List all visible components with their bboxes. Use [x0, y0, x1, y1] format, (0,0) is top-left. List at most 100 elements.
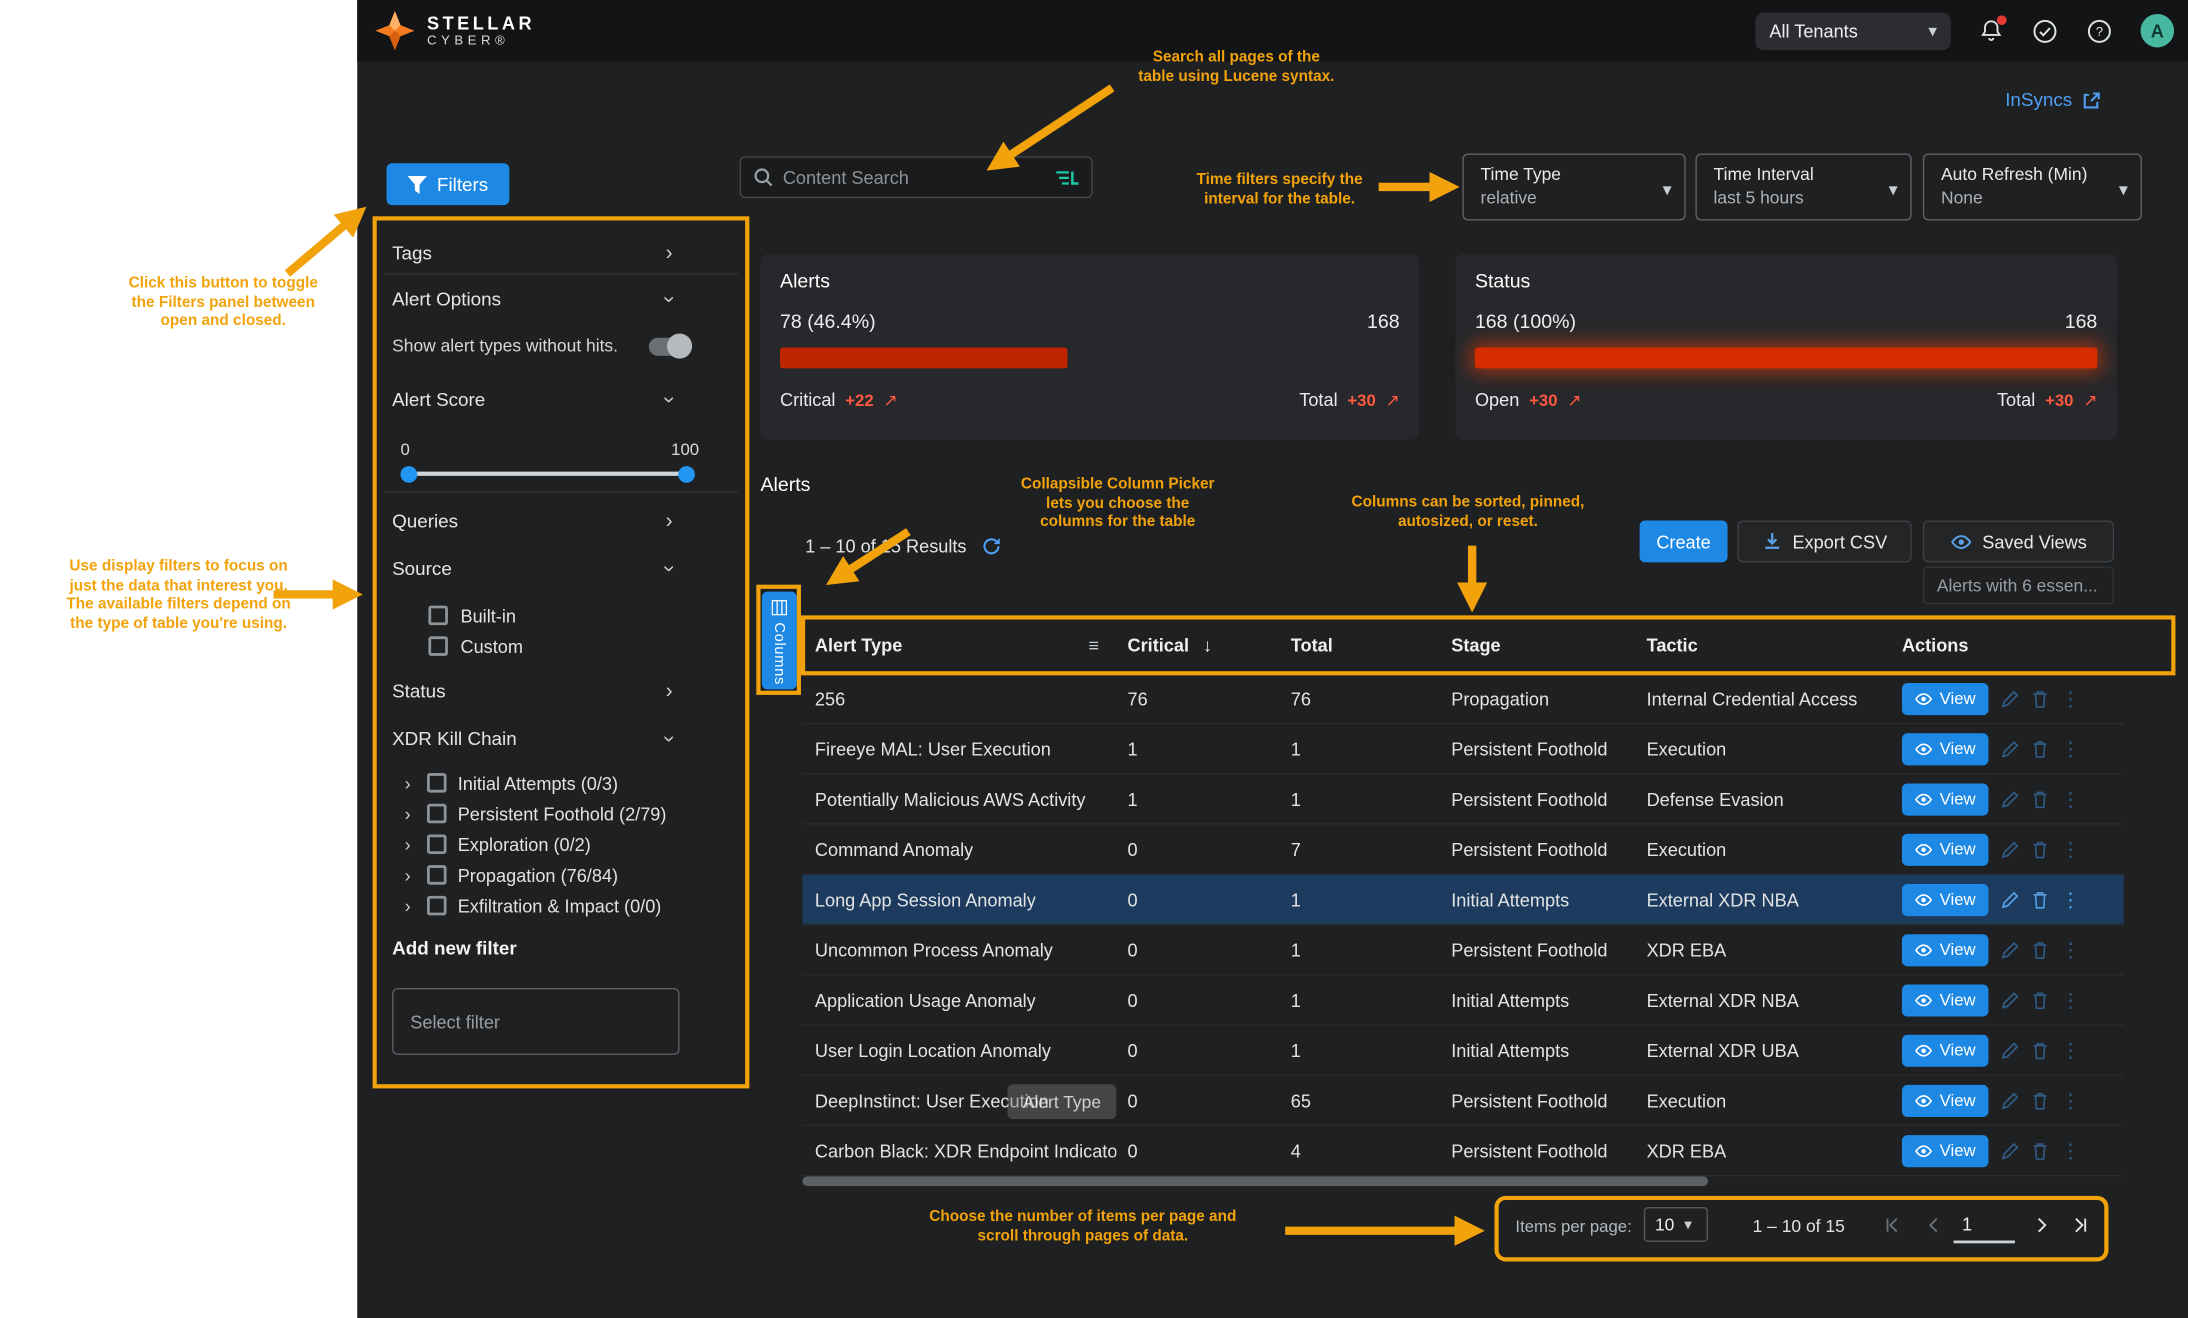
create-button[interactable]: Create	[1640, 520, 1728, 562]
more-actions-button[interactable]: ⋮	[2061, 1139, 2081, 1163]
auto-refresh-dropdown[interactable]: Auto Refresh (Min) None ▾	[1923, 153, 2142, 220]
more-actions-button[interactable]: ⋮	[2061, 687, 2081, 711]
more-actions-button[interactable]: ⋮	[2061, 737, 2081, 761]
delete-button[interactable]	[2031, 689, 2048, 707]
tenant-selector[interactable]: All Tenants ▾	[1755, 12, 1950, 50]
edit-button[interactable]	[2001, 1091, 2019, 1109]
cell-alert-type[interactable]: Uncommon Process Anomaly	[815, 939, 1053, 960]
cell-alert-type[interactable]: Long App Session Anomaly	[815, 889, 1036, 910]
source-checkbox[interactable]	[428, 606, 448, 626]
slider-handle-max[interactable]	[678, 465, 695, 482]
current-page-input[interactable]	[1954, 1207, 2015, 1243]
cell-alert-type[interactable]: Fireeye MAL: User Execution	[815, 738, 1051, 759]
edit-button[interactable]	[2001, 790, 2019, 808]
table-row[interactable]: DeepInstinct: User Execution 0 65 Persis…	[802, 1076, 2123, 1126]
view-button[interactable]: View	[1902, 1084, 1988, 1116]
table-row[interactable]: Potentially Malicious AWS Activity 1 1 P…	[802, 774, 2123, 824]
cell-alert-type[interactable]: Potentially Malicious AWS Activity	[815, 788, 1086, 809]
table-row[interactable]: Carbon Black: XDR Endpoint Indicator 0 4…	[802, 1126, 2123, 1176]
cell-alert-type[interactable]: User Login Location Anomaly	[815, 1040, 1051, 1061]
kill-chain-item[interactable]: › Exploration (0/2)	[392, 829, 730, 860]
first-page-button[interactable]	[1881, 1214, 1903, 1236]
view-button[interactable]: View	[1902, 682, 1988, 714]
time-interval-dropdown[interactable]: Time Interval last 5 hours ▾	[1695, 153, 1911, 220]
sort-desc-icon[interactable]: ↓	[1203, 635, 1212, 656]
expand-icon[interactable]: ›	[405, 803, 416, 824]
notifications-button[interactable]	[1979, 18, 2004, 43]
next-page-button[interactable]	[2030, 1214, 2052, 1236]
select-filter-input[interactable]	[392, 988, 679, 1055]
view-button[interactable]: View	[1902, 934, 1988, 966]
delete-button[interactable]	[2031, 840, 2048, 858]
view-button[interactable]: View	[1902, 883, 1988, 915]
kill-chain-checkbox[interactable]	[427, 865, 447, 885]
edit-button[interactable]	[2001, 1141, 2019, 1159]
delete-button[interactable]	[2031, 1091, 2048, 1109]
delete-button[interactable]	[2031, 740, 2048, 758]
saved-views-selected[interactable]: Alerts with 6 essen...	[1923, 567, 2114, 605]
cell-alert-type[interactable]: Carbon Black: XDR Endpoint Indicator	[815, 1140, 1116, 1161]
slider-handle-min[interactable]	[400, 465, 417, 482]
col-header-total[interactable]: Total	[1291, 635, 1333, 656]
kill-chain-checkbox[interactable]	[427, 804, 447, 824]
filter-section-status[interactable]: Status ›	[392, 670, 730, 712]
more-actions-button[interactable]: ⋮	[2061, 787, 2081, 811]
refresh-icon[interactable]	[980, 536, 1001, 557]
insyncs-link[interactable]: InSyncs	[2005, 89, 2101, 110]
more-actions-button[interactable]: ⋮	[2061, 938, 2081, 962]
filter-section-alert-score[interactable]: Alert Score ›	[392, 378, 730, 420]
delete-button[interactable]	[2031, 1041, 2048, 1059]
edit-button[interactable]	[2001, 1041, 2019, 1059]
edit-button[interactable]	[2001, 941, 2019, 959]
expand-icon[interactable]: ›	[405, 864, 416, 885]
source-checkbox[interactable]	[428, 636, 448, 656]
edit-button[interactable]	[2001, 740, 2019, 758]
filter-section-source[interactable]: Source ›	[392, 547, 730, 589]
export-csv-button[interactable]: Export CSV	[1737, 520, 1911, 562]
filter-section-queries[interactable]: Queries ›	[392, 500, 730, 542]
delete-button[interactable]	[2031, 941, 2048, 959]
kill-chain-item[interactable]: › Persistent Foothold (2/79)	[392, 798, 730, 829]
filter-section-alert-options[interactable]: Alert Options ›	[392, 278, 730, 320]
kill-chain-item[interactable]: › Initial Attempts (0/3)	[392, 767, 730, 798]
table-row[interactable]: Application Usage Anomaly 0 1 Initial At…	[802, 975, 2123, 1025]
more-actions-button[interactable]: ⋮	[2061, 988, 2081, 1012]
horizontal-scrollbar[interactable]	[802, 1176, 1708, 1186]
table-row[interactable]: Uncommon Process Anomaly 0 1 Persistent …	[802, 925, 2123, 975]
last-page-button[interactable]	[2069, 1214, 2091, 1236]
table-row[interactable]: User Login Location Anomaly 0 1 Initial …	[802, 1026, 2123, 1076]
view-button[interactable]: View	[1902, 1034, 1988, 1066]
table-row[interactable]: Long App Session Anomaly 0 1 Initial Att…	[802, 875, 2123, 925]
delete-button[interactable]	[2031, 1141, 2048, 1159]
column-menu-icon[interactable]: ≡	[1088, 635, 1099, 656]
kill-chain-item[interactable]: › Propagation (76/84)	[392, 860, 730, 891]
column-picker-button[interactable]: Columns	[762, 592, 797, 690]
items-per-page-select[interactable]: 10 ▾	[1644, 1207, 1708, 1242]
delete-button[interactable]	[2031, 991, 2048, 1009]
saved-views-button[interactable]: Saved Views	[1923, 520, 2114, 562]
previous-page-button[interactable]	[1923, 1214, 1945, 1236]
filter-section-tags[interactable]: Tags ›	[392, 232, 730, 274]
more-actions-button[interactable]: ⋮	[2061, 887, 2081, 911]
filter-section-kill-chain[interactable]: XDR Kill Chain ›	[392, 717, 730, 759]
table-row[interactable]: Command Anomaly 0 7 Persistent Foothold …	[802, 825, 2123, 875]
lucene-syntax-icon[interactable]	[1055, 168, 1079, 186]
kill-chain-checkbox[interactable]	[427, 773, 447, 793]
more-actions-button[interactable]: ⋮	[2061, 1038, 2081, 1062]
view-button[interactable]: View	[1902, 733, 1988, 765]
source-option[interactable]: Built-in	[392, 600, 730, 631]
expand-icon[interactable]: ›	[405, 834, 416, 855]
table-row[interactable]: Fireeye MAL: User Execution 1 1 Persiste…	[802, 724, 2123, 774]
kill-chain-checkbox[interactable]	[427, 834, 447, 854]
time-type-dropdown[interactable]: Time Type relative ▾	[1462, 153, 1685, 220]
view-button[interactable]: View	[1902, 984, 1988, 1016]
view-button[interactable]: View	[1902, 833, 1988, 865]
view-button[interactable]: View	[1902, 1134, 1988, 1166]
col-header-tactic[interactable]: Tactic	[1647, 635, 1698, 656]
expand-icon[interactable]: ›	[405, 895, 416, 916]
avatar[interactable]: A	[2141, 14, 2174, 47]
edit-button[interactable]	[2001, 689, 2019, 707]
delete-button[interactable]	[2031, 790, 2048, 808]
table-row[interactable]: 256 76 76 Propagation Internal Credentia…	[802, 674, 2123, 724]
kill-chain-checkbox[interactable]	[427, 896, 447, 916]
